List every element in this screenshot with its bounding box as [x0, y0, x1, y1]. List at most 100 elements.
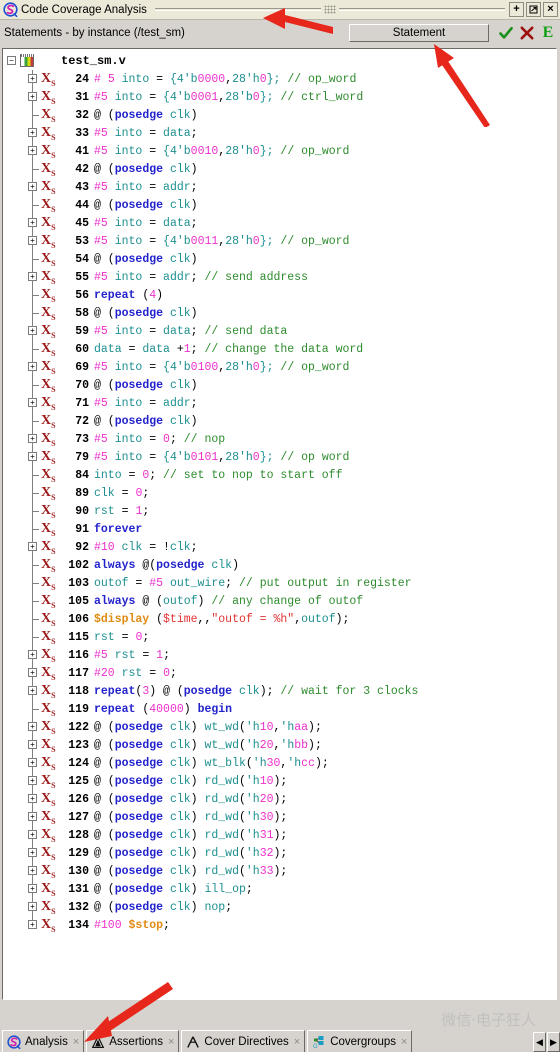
- tab-analysis[interactable]: Analysis ×: [2, 1030, 85, 1052]
- statement-row[interactable]: + XS 45 #5 into = data;: [3, 214, 556, 232]
- expand-statement-toggle[interactable]: +: [28, 812, 37, 821]
- expand-statement-toggle[interactable]: +: [28, 758, 37, 767]
- statement-row[interactable]: + XS 73 #5 into = 0; // nop: [3, 430, 556, 448]
- expand-statement-toggle[interactable]: +: [28, 74, 37, 83]
- statement-row[interactable]: XS 103 outof = #5 out_wire; // put output …: [3, 574, 556, 592]
- expand-statement-toggle[interactable]: +: [28, 128, 37, 137]
- statement-row[interactable]: XS 102 always @(posedge clk): [3, 556, 556, 574]
- tab-scroll-right-button[interactable]: ▶: [547, 1032, 560, 1052]
- statement-row[interactable]: XS 84 into = 0; // set to nop to start off: [3, 466, 556, 484]
- statement-row[interactable]: + XS 126 @ (posedge clk) rd_wd('h20);: [3, 790, 556, 808]
- tab-cover-directives[interactable]: Cover Directives ×: [181, 1030, 306, 1052]
- expand-statement-toggle[interactable]: +: [28, 920, 37, 929]
- statement-row[interactable]: + XS 116 #5 rst = 1;: [3, 646, 556, 664]
- statement-row[interactable]: + XS 24 # 5 into = {4'b0000,28'h0}; // op_w…: [3, 70, 556, 88]
- expand-statement-toggle[interactable]: +: [28, 236, 37, 245]
- show-exclusions-button[interactable]: E: [538, 22, 558, 43]
- expand-statement-toggle[interactable]: +: [28, 686, 37, 695]
- statement-row[interactable]: + XS 129 @ (posedge clk) rd_wd('h32);: [3, 844, 556, 862]
- statement-row[interactable]: XS 70 @ (posedge clk): [3, 376, 556, 394]
- statement-row[interactable]: + XS 55 #5 into = addr; // send address: [3, 268, 556, 286]
- expand-statement-toggle[interactable]: +: [28, 848, 37, 857]
- tab-assertions[interactable]: Assertions ×: [86, 1030, 180, 1052]
- tab-covergroups[interactable]: G Covergroups ×: [307, 1030, 413, 1052]
- statement-row[interactable]: XS 72 @ (posedge clk): [3, 412, 556, 430]
- show-uncovered-button[interactable]: [517, 22, 537, 43]
- statement-row[interactable]: + XS 131 @ (posedge clk) ill_op;: [3, 880, 556, 898]
- statement-row[interactable]: XS 89 clk = 0;: [3, 484, 556, 502]
- expand-statement-toggle[interactable]: +: [28, 218, 37, 227]
- expand-statement-toggle[interactable]: +: [28, 866, 37, 875]
- expand-statement-toggle[interactable]: +: [28, 542, 37, 551]
- statement-row[interactable]: + XS 125 @ (posedge clk) rd_wd('h10);: [3, 772, 556, 790]
- statement-row[interactable]: + XS 31 #5 into = {4'b0001,28'b0}; // ctrl_…: [3, 88, 556, 106]
- expand-statement-toggle[interactable]: +: [28, 830, 37, 839]
- expand-statement-toggle[interactable]: +: [28, 326, 37, 335]
- statement-row[interactable]: + XS 132 @ (posedge clk) nop;: [3, 898, 556, 916]
- expand-statement-toggle[interactable]: +: [28, 398, 37, 407]
- coverage-source-pane[interactable]: − test_sm.v + XS 24 # 5 into = {4'b0000,28'…: [2, 48, 557, 1000]
- statement-row[interactable]: XS 58 @ (posedge clk): [3, 304, 556, 322]
- show-covered-button[interactable]: [496, 22, 516, 43]
- expand-statement-toggle[interactable]: +: [28, 272, 37, 281]
- statement-row[interactable]: + XS 92 #10 clk = !clk;: [3, 538, 556, 556]
- title-grip[interactable]: [323, 5, 336, 14]
- expand-statement-toggle[interactable]: +: [28, 722, 37, 731]
- statement-row[interactable]: + XS 134 #100 $stop;: [3, 916, 556, 934]
- close-icon[interactable]: ×: [168, 1036, 174, 1048]
- statement-row[interactable]: XS 106 $display ($time,,"outof = %h",outof…: [3, 610, 556, 628]
- expand-statement-toggle[interactable]: +: [28, 740, 37, 749]
- statement-row[interactable]: XS 91 forever: [3, 520, 556, 538]
- statement-row[interactable]: XS 90 rst = 1;: [3, 502, 556, 520]
- statement-row[interactable]: + XS 122 @ (posedge clk) wt_wd('h10,'haa);: [3, 718, 556, 736]
- statement-row[interactable]: + XS 127 @ (posedge clk) rd_wd('h30);: [3, 808, 556, 826]
- statement-row[interactable]: XS 32 @ (posedge clk): [3, 106, 556, 124]
- expand-statement-toggle[interactable]: +: [28, 434, 37, 443]
- statement-row[interactable]: XS 60 data = data +1; // change the data w…: [3, 340, 556, 358]
- statement-row[interactable]: XS 56 repeat (4): [3, 286, 556, 304]
- expand-statement-toggle[interactable]: +: [28, 776, 37, 785]
- statement-row[interactable]: + XS 123 @ (posedge clk) wt_wd('h20,'hbb);: [3, 736, 556, 754]
- collapse-root-toggle[interactable]: −: [7, 56, 16, 65]
- line-number: 69: [75, 360, 89, 374]
- expand-statement-toggle[interactable]: +: [28, 902, 37, 911]
- maximize-pane-button[interactable]: +: [509, 2, 524, 17]
- close-icon[interactable]: ×: [294, 1036, 300, 1048]
- statement-row[interactable]: + XS 41 #5 into = {4'b0010,28'h0}; // op_wo…: [3, 142, 556, 160]
- statement-row[interactable]: + XS 79 #5 into = {4'b0101,28'h0}; // op wo…: [3, 448, 556, 466]
- statement-row[interactable]: XS 119 repeat (40000) begin: [3, 700, 556, 718]
- undock-pane-button[interactable]: [526, 2, 541, 17]
- statement-row[interactable]: + XS 71 #5 into = addr;: [3, 394, 556, 412]
- expand-statement-toggle[interactable]: +: [28, 884, 37, 893]
- statement-row[interactable]: XS 44 @ (posedge clk): [3, 196, 556, 214]
- statement-row[interactable]: + XS 53 #5 into = {4'b0011,28'h0}; // op_wo…: [3, 232, 556, 250]
- statement-row[interactable]: + XS 118 repeat(3) @ (posedge clk); // wait…: [3, 682, 556, 700]
- statement-filter-button[interactable]: Statement: [349, 23, 489, 42]
- expand-statement-toggle[interactable]: +: [28, 92, 37, 101]
- close-icon[interactable]: ×: [73, 1036, 79, 1048]
- close-pane-button[interactable]: ×: [543, 2, 558, 17]
- line-number: 56: [75, 288, 89, 302]
- statement-row[interactable]: + XS 117 #20 rst = 0;: [3, 664, 556, 682]
- tree-root-row[interactable]: − test_sm.v: [3, 52, 556, 70]
- statement-row[interactable]: + XS 124 @ (posedge clk) wt_blk('h30,'hcc);: [3, 754, 556, 772]
- statement-row[interactable]: XS 115 rst = 0;: [3, 628, 556, 646]
- statement-row[interactable]: XS 54 @ (posedge clk): [3, 250, 556, 268]
- statement-row[interactable]: + XS 130 @ (posedge clk) rd_wd('h33);: [3, 862, 556, 880]
- expand-statement-toggle[interactable]: +: [28, 452, 37, 461]
- expand-statement-toggle[interactable]: +: [28, 146, 37, 155]
- statement-row[interactable]: + XS 59 #5 into = data; // send data: [3, 322, 556, 340]
- tab-scroll-left-button[interactable]: ◀: [533, 1032, 546, 1052]
- statement-row[interactable]: + XS 128 @ (posedge clk) rd_wd('h31);: [3, 826, 556, 844]
- statement-row[interactable]: XS 105 always @ (outof) // any change of o…: [3, 592, 556, 610]
- expand-statement-toggle[interactable]: +: [28, 794, 37, 803]
- expand-statement-toggle[interactable]: +: [28, 668, 37, 677]
- statement-row[interactable]: + XS 69 #5 into = {4'b0100,28'h0}; // op_wo…: [3, 358, 556, 376]
- expand-statement-toggle[interactable]: +: [28, 362, 37, 371]
- statement-row[interactable]: + XS 33 #5 into = data;: [3, 124, 556, 142]
- statement-row[interactable]: + XS 43 #5 into = addr;: [3, 178, 556, 196]
- expand-statement-toggle[interactable]: +: [28, 650, 37, 659]
- close-icon[interactable]: ×: [401, 1036, 407, 1048]
- statement-row[interactable]: XS 42 @ (posedge clk): [3, 160, 556, 178]
- expand-statement-toggle[interactable]: +: [28, 182, 37, 191]
